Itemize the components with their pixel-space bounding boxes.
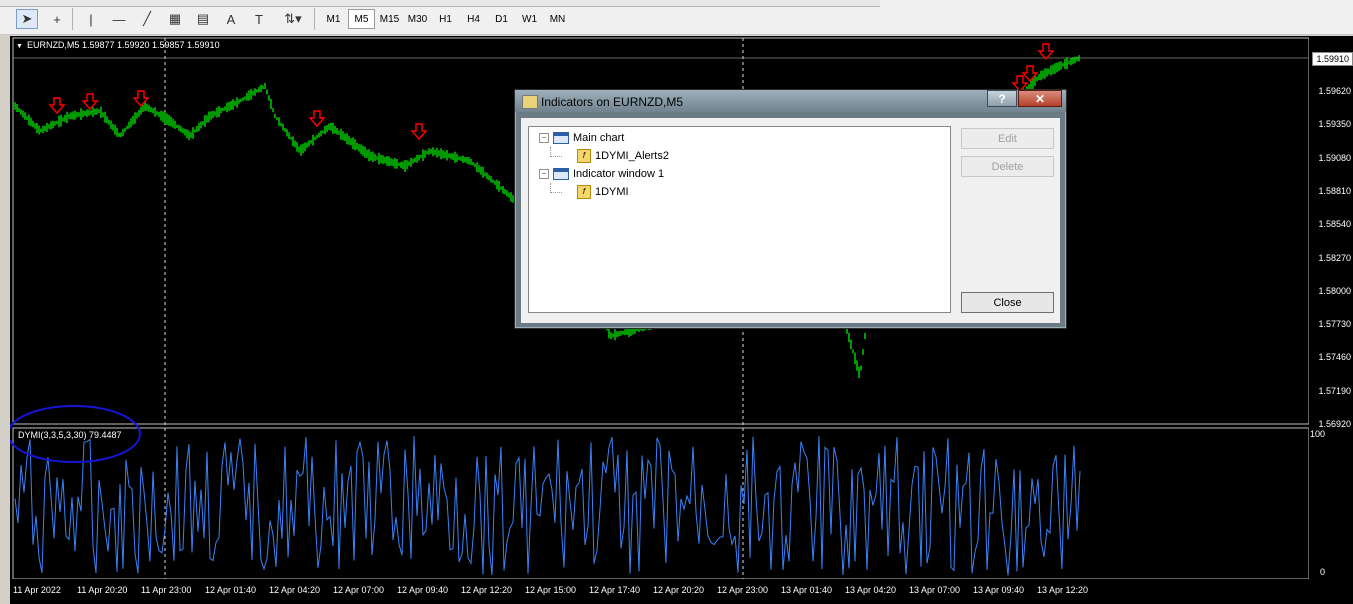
toolbar-separator (72, 8, 73, 30)
tree-label: Indicator window 1 (573, 168, 665, 180)
time-axis: 11 Apr 2022 11 Apr 20:20 11 Apr 23:00 12 Ap… (10, 579, 1309, 604)
toolbar-separator (314, 8, 315, 30)
edit-button[interactable]: Edit (961, 128, 1054, 149)
price-label: 1.57460 (1318, 352, 1351, 363)
sell-arrow (81, 93, 99, 111)
price-label: 1.57190 (1318, 385, 1351, 396)
timeframe-w1[interactable]: W1 (516, 9, 543, 29)
time-label: 13 Apr 07:00 (909, 585, 961, 595)
time-label: 12 Apr 20:20 (653, 585, 705, 595)
timeframe-m15[interactable]: M15 (376, 9, 403, 29)
channel-icon[interactable]: ▦ (164, 9, 186, 29)
price-label: 1.59080 (1318, 152, 1351, 163)
indicator-level-label: 0 (1319, 567, 1325, 577)
sell-arrow (1037, 43, 1055, 61)
vertical-line-icon[interactable]: | (80, 9, 102, 29)
price-axis: 1.59620 1.59350 1.59080 1.58810 1.58540 1.582… (1309, 36, 1353, 604)
horizontal-line-icon[interactable]: — (108, 9, 130, 29)
collapse-icon[interactable]: − (539, 133, 549, 143)
toolbar: ➤ + | — ╱ ▦ ▤ A T ⇅▾ M1 M5 M15 M30 H1 H4 D1 W1 M… (0, 0, 1353, 35)
window-icon (553, 168, 569, 180)
label-icon[interactable]: T (248, 9, 270, 29)
tree-node-indicator-window[interactable]: − Indicator window 1 (539, 166, 664, 182)
time-label: 12 Apr 07:00 (333, 585, 385, 595)
time-label: 11 Apr 20:20 (77, 585, 128, 595)
timeframe-m30[interactable]: M30 (404, 9, 431, 29)
symbol-quote: EURNZD,M5 1.59877 1.59920 1.59857 1.5991… (26, 40, 220, 50)
dropdown-triangle-icon[interactable]: ▼ (16, 43, 23, 50)
time-label: 13 Apr 09:40 (973, 585, 1025, 595)
time-label: 13 Apr 04:20 (845, 585, 897, 595)
function-icon: f (577, 149, 591, 163)
tree-label: 1DYMI (595, 186, 629, 198)
time-label: 12 Apr 09:40 (397, 585, 449, 595)
function-icon: f (577, 185, 591, 199)
price-label: 1.57730 (1318, 319, 1351, 330)
dialog-body: − Main chart f 1DYMI_Alerts2 − Indicator… (521, 118, 1060, 323)
help-button[interactable]: ? (987, 90, 1017, 107)
fibonacci-icon[interactable]: ▤ (192, 9, 214, 29)
indicator-level-label: 100 (1309, 429, 1325, 439)
time-label: 12 Apr 04:20 (269, 585, 321, 595)
timeframe-h1[interactable]: H1 (432, 9, 459, 29)
dialog-title: Indicators on EURNZD,M5 (541, 95, 684, 109)
indicator-label: DYMI(3,3,5,3,30) 79.4487 (18, 430, 122, 440)
price-label: 1.59350 (1318, 119, 1351, 130)
crosshair-icon[interactable]: + (46, 9, 68, 29)
dialog-titlebar[interactable]: Indicators on EURNZD,M5 ? ✕ (515, 90, 1066, 112)
sell-arrow (132, 90, 150, 108)
time-label: 11 Apr 2022 (13, 585, 61, 595)
trendline-icon[interactable]: ╱ (136, 9, 158, 29)
timeframe-h4[interactable]: H4 (460, 9, 487, 29)
tree-item-indicator[interactable]: f 1DYMI (577, 184, 629, 200)
indicator-tree: − Main chart f 1DYMI_Alerts2 − Indicator… (528, 126, 951, 313)
delete-button[interactable]: Delete (961, 156, 1054, 177)
timeframe-d1[interactable]: D1 (488, 9, 515, 29)
collapse-icon[interactable]: − (539, 169, 549, 179)
time-label: 12 Apr 17:40 (589, 585, 641, 595)
price-label: 1.58000 (1318, 285, 1351, 296)
timeframe-mn[interactable]: MN (544, 9, 571, 29)
indicators-dialog: Indicators on EURNZD,M5 ? ✕ − Main chart… (514, 89, 1067, 329)
tree-item-indicator[interactable]: f 1DYMI_Alerts2 (577, 148, 669, 164)
time-label: 13 Apr 01:40 (781, 585, 833, 595)
tree-label: 1DYMI_Alerts2 (595, 150, 669, 162)
window-icon (553, 132, 569, 144)
time-label: 12 Apr 23:00 (717, 585, 769, 595)
tree-node-main-chart[interactable]: − Main chart (539, 130, 624, 146)
sell-arrow (410, 123, 428, 141)
time-label: 12 Apr 15:00 (525, 585, 577, 595)
time-label: 11 Apr 23:00 (141, 585, 192, 595)
close-window-button[interactable]: ✕ (1018, 90, 1062, 107)
price-label: 1.56920 (1318, 419, 1351, 429)
sell-arrow (48, 97, 66, 115)
time-label: 12 Apr 12:20 (461, 585, 513, 595)
close-button[interactable]: Close (961, 292, 1054, 313)
price-label: 1.59620 (1318, 86, 1351, 96)
time-label: 13 Apr 12:20 (1037, 585, 1089, 595)
timeframe-m1[interactable]: M1 (320, 9, 347, 29)
text-icon[interactable]: A (220, 9, 242, 29)
sell-arrow (308, 110, 326, 128)
current-price-tag: 1.59910 (1312, 52, 1353, 66)
cursor-icon[interactable]: ➤ (16, 9, 38, 29)
indicator-pane-border (12, 427, 1310, 580)
toolbar-top-strip (0, 0, 880, 7)
arrows-menu-icon[interactable]: ⇅▾ (278, 9, 308, 29)
chart-header: ▼ EURNZD,M5 1.59877 1.59920 1.59857 1.599… (16, 40, 220, 50)
indicator-line (14, 435, 1081, 576)
price-label: 1.58810 (1318, 185, 1351, 196)
price-label: 1.58270 (1318, 252, 1351, 263)
price-label: 1.58540 (1318, 219, 1351, 230)
time-label: 12 Apr 01:40 (205, 585, 257, 595)
timeframe-m5[interactable]: M5 (348, 9, 375, 29)
app-icon (522, 95, 538, 109)
tree-label: Main chart (573, 132, 625, 144)
